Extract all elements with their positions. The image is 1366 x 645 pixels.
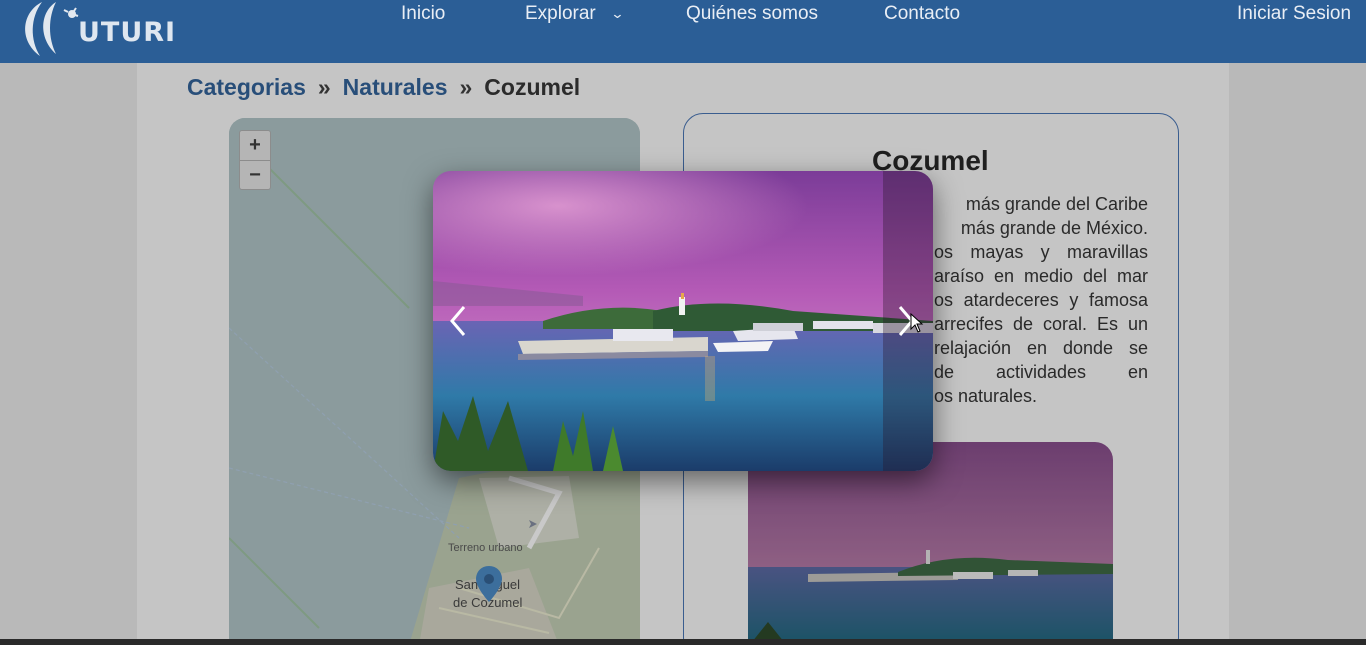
description-line: más grande de México. [960, 218, 1148, 238]
map-label-urban: Terreno urbano [448, 542, 523, 554]
zoom-in-button[interactable]: + [240, 131, 270, 160]
mouse-cursor-icon [910, 313, 924, 333]
nav-explore-dropdown[interactable]: Explorar ⌄ [525, 3, 625, 25]
breadcrumb-naturales-link[interactable]: Naturales [343, 74, 448, 101]
description-line: más grande del Caribe [965, 194, 1148, 214]
description-line: relajación en donde se [934, 338, 1148, 358]
nav-home-link[interactable]: Inicio [401, 3, 445, 25]
chevron-left-icon [450, 306, 466, 336]
chevron-down-icon: ⌄ [610, 6, 625, 21]
breadcrumb-separator: » [317, 74, 331, 100]
breadcrumb-categories-link[interactable]: Categorias [187, 74, 306, 101]
top-navbar: UTURI Inicio Explorar ⌄ Quiénes somos Co… [0, 0, 1366, 63]
map-pin-icon[interactable] [476, 566, 502, 602]
description-line: arrecifes de coral. Es un [934, 314, 1148, 334]
destination-description: más grande del Caribe más grande de Méxi… [934, 192, 1148, 408]
description-line: araíso en medio del mar [934, 266, 1148, 286]
nav-explore-label: Explorar [525, 3, 596, 24]
lightbox-photo [433, 171, 933, 471]
nav-about-link[interactable]: Quiénes somos [686, 3, 818, 25]
zoom-control: + − [239, 130, 271, 190]
logo-text: UTURI [78, 17, 177, 48]
logo-swoosh-icon [25, 2, 79, 56]
lightbox-prev-button[interactable] [443, 302, 473, 340]
image-lightbox[interactable] [433, 171, 933, 471]
destination-photo[interactable] [748, 442, 1113, 645]
breadcrumb: Categorias » Naturales » Cozumel [187, 74, 580, 101]
harbor-photo [748, 442, 1113, 645]
description-line: os mayas y maravillas [934, 242, 1148, 262]
description-line: os atardeceres y famosa [934, 290, 1148, 310]
right-gutter [1229, 63, 1366, 645]
bottom-taskbar-strip [0, 639, 1366, 645]
description-line: os naturales. [934, 386, 1038, 406]
zoom-out-button[interactable]: − [240, 160, 270, 189]
breadcrumb-current: Cozumel [484, 74, 581, 100]
left-gutter [0, 63, 137, 645]
nav-login-link[interactable]: Iniciar Sesion [1237, 3, 1351, 25]
description-line: de actividades en [934, 362, 1148, 382]
breadcrumb-separator: » [459, 74, 473, 100]
nav-contact-link[interactable]: Contacto [884, 3, 960, 25]
uturi-logo[interactable]: UTURI [12, 0, 175, 60]
